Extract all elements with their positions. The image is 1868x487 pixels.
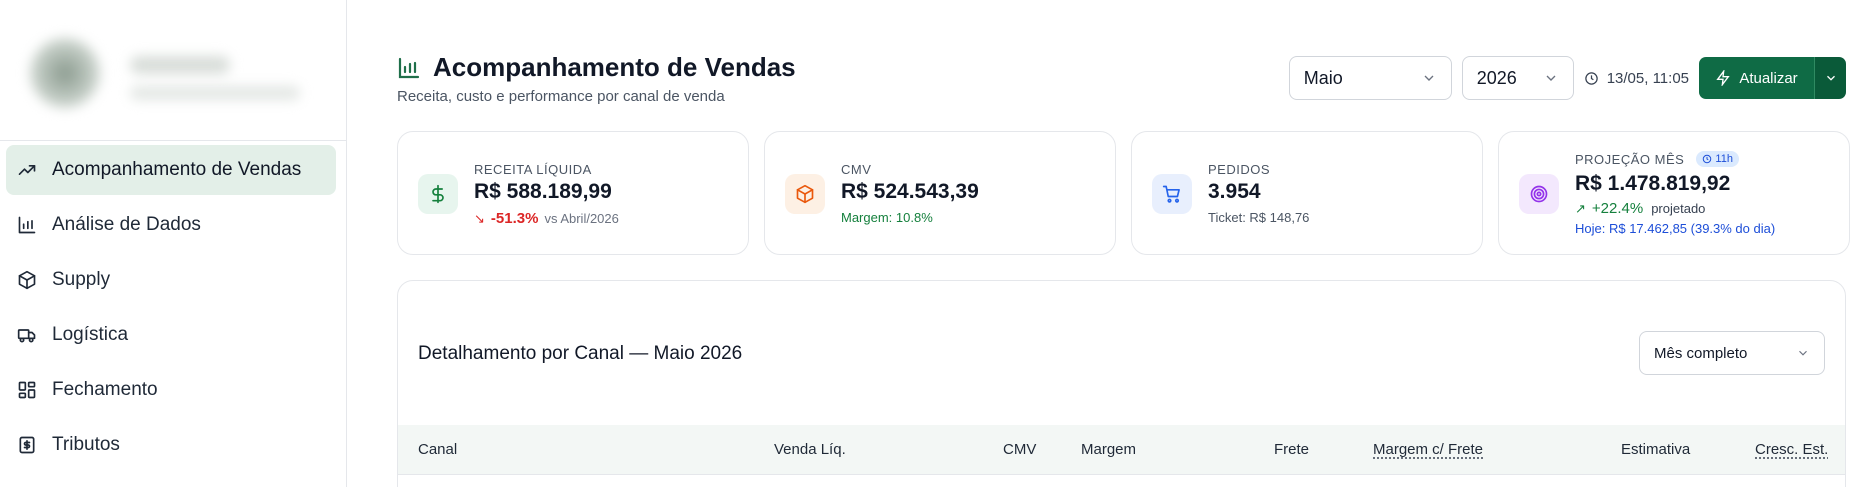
year-select-value: 2026 bbox=[1476, 67, 1517, 88]
month-select[interactable]: Maio bbox=[1288, 56, 1452, 100]
page-header: Acompanhamento de Vendas bbox=[397, 52, 796, 83]
receipt-icon bbox=[16, 434, 38, 456]
month-select-value: Maio bbox=[1303, 67, 1343, 88]
time-badge: 11h bbox=[1696, 151, 1739, 167]
page-subtitle: Receita, custo e performance por canal d… bbox=[397, 88, 725, 105]
company-logo[interactable] bbox=[20, 28, 310, 114]
sidebar-item-logistica[interactable]: Logística bbox=[6, 310, 336, 360]
sidebar-item-label: Logística bbox=[52, 324, 129, 345]
lightning-icon bbox=[1716, 70, 1730, 86]
kpi-card-cmv: CMV R$ 524.543,39 Margem: 10.8% bbox=[764, 131, 1116, 255]
dollar-icon bbox=[418, 174, 458, 214]
column-header-cmv[interactable]: CMV bbox=[1003, 441, 1036, 458]
clock-icon bbox=[1703, 154, 1712, 164]
kpi-label: CMV bbox=[841, 162, 872, 177]
kpi-margin: Margem: 10.8% bbox=[841, 210, 933, 225]
last-update: 13/05, 11:05 bbox=[1584, 70, 1689, 87]
kpi-card-pedidos: PEDIDOS 3.954 Ticket: R$ 148,76 bbox=[1131, 131, 1483, 255]
sidebar-item-supply[interactable]: Supply bbox=[6, 255, 336, 305]
kpi-today: Hoje: R$ 17.462,85 (39.3% do dia) bbox=[1575, 221, 1776, 236]
kpi-change: ↘ -51.3% vs Abril/2026 bbox=[474, 210, 619, 227]
kpi-card-receita: RECEITA LÍQUIDA R$ 588.189,99 ↘ -51.3% v… bbox=[397, 131, 749, 255]
sidebar-item-tributos[interactable]: Tributos bbox=[6, 420, 336, 470]
page-title: Acompanhamento de Vendas bbox=[433, 52, 796, 82]
sidebar-item-acompanhamento-vendas[interactable]: Acompanhamento de Vendas bbox=[6, 145, 336, 195]
sidebar-item-analise-dados[interactable]: Análise de Dados bbox=[6, 200, 336, 250]
sidebar-item-label: Supply bbox=[52, 269, 111, 290]
kpi-ticket: Ticket: R$ 148,76 bbox=[1208, 210, 1310, 225]
column-header-canal[interactable]: Canal bbox=[418, 441, 457, 458]
column-header-venda-liq[interactable]: Venda Líq. bbox=[774, 441, 846, 458]
kpi-value: R$ 588.189,99 bbox=[474, 180, 612, 203]
truck-icon bbox=[16, 324, 38, 346]
main-content: Acompanhamento de Vendas Receita, custo … bbox=[347, 0, 1868, 487]
column-header-margem[interactable]: Margem bbox=[1081, 441, 1136, 458]
column-header-cresc-est[interactable]: Cresc. Est. bbox=[1755, 441, 1828, 458]
sidebar-item-label: Fechamento bbox=[52, 379, 158, 400]
refresh-button-label: Atualizar bbox=[1739, 69, 1798, 87]
refresh-options-button[interactable] bbox=[1814, 57, 1846, 99]
chevron-down-icon bbox=[1799, 350, 1807, 356]
arrow-up-right-icon: ↗ bbox=[1575, 200, 1586, 216]
refresh-button-group: Atualizar bbox=[1699, 57, 1846, 99]
kpi-cards: RECEITA LÍQUIDA R$ 588.189,99 ↘ -51.3% v… bbox=[397, 131, 1850, 255]
bar-chart-icon bbox=[398, 57, 420, 78]
chevron-down-icon bbox=[1546, 75, 1556, 81]
header-controls: Maio 2026 13/05, 11:05 Atualizar bbox=[1288, 56, 1846, 100]
shopping-cart-icon bbox=[1152, 174, 1192, 214]
sidebar-divider bbox=[0, 140, 346, 141]
kpi-label-text: PROJEÇÃO MÊS bbox=[1575, 152, 1685, 167]
bar-chart-icon bbox=[16, 214, 38, 236]
refresh-button[interactable]: Atualizar bbox=[1699, 57, 1814, 99]
kpi-change-percent: +22.4% bbox=[1591, 200, 1644, 217]
kpi-card-projecao: PROJEÇÃO MÊS 11h R$ 1.478.819,92 ↗ +22.4… bbox=[1498, 131, 1850, 255]
kpi-value: R$ 524.543,39 bbox=[841, 180, 979, 203]
kpi-change: ↗ +22.4% projetado bbox=[1575, 200, 1705, 217]
box-icon bbox=[785, 174, 825, 214]
kpi-value: 3.954 bbox=[1208, 180, 1261, 203]
sidebar-item-label: Tributos bbox=[52, 434, 120, 455]
kpi-label: PEDIDOS bbox=[1208, 162, 1271, 177]
arrow-down-right-icon: ↘ bbox=[474, 210, 485, 226]
sidebar-item-label: Análise de Dados bbox=[52, 214, 201, 235]
kpi-change-percent: -51.3% bbox=[490, 210, 539, 227]
kpi-change-compare: vs Abril/2026 bbox=[544, 211, 619, 226]
column-header-margem-frete[interactable]: Margem c/ Frete bbox=[1373, 441, 1483, 458]
kpi-label: RECEITA LÍQUIDA bbox=[474, 162, 592, 177]
table-header: Canal Venda Líq. CMV Margem Frete Margem… bbox=[398, 425, 1845, 475]
period-select-value: Mês completo bbox=[1654, 344, 1748, 362]
sidebar-item-fechamento[interactable]: Fechamento bbox=[6, 365, 336, 415]
chevron-down-icon bbox=[1424, 75, 1434, 81]
sidebar: Acompanhamento de Vendas Análise de Dado… bbox=[0, 0, 347, 487]
chevron-down-icon bbox=[1826, 75, 1835, 81]
kpi-value: R$ 1.478.819,92 bbox=[1575, 172, 1731, 195]
panel-title: Detalhamento por Canal — Maio 2026 bbox=[418, 343, 743, 364]
clock-icon bbox=[1584, 71, 1598, 85]
target-icon bbox=[1519, 174, 1559, 214]
trending-up-icon bbox=[16, 159, 38, 181]
grid-icon bbox=[16, 379, 38, 401]
kpi-label: PROJEÇÃO MÊS 11h bbox=[1575, 151, 1739, 167]
sidebar-nav: Acompanhamento de Vendas Análise de Dado… bbox=[6, 145, 336, 475]
column-header-frete[interactable]: Frete bbox=[1274, 441, 1309, 458]
column-header-estimativa[interactable]: Estimativa bbox=[1621, 441, 1690, 458]
year-select[interactable]: 2026 bbox=[1461, 56, 1574, 100]
sidebar-item-label: Acompanhamento de Vendas bbox=[52, 159, 302, 180]
channel-detail-panel: Detalhamento por Canal — Maio 2026 Mês c… bbox=[397, 280, 1846, 487]
period-select[interactable]: Mês completo bbox=[1639, 331, 1825, 375]
time-badge-label: 11h bbox=[1715, 153, 1733, 165]
last-update-time: 13/05, 11:05 bbox=[1606, 69, 1689, 87]
package-icon bbox=[16, 269, 38, 291]
kpi-change-note: projetado bbox=[1651, 201, 1706, 216]
